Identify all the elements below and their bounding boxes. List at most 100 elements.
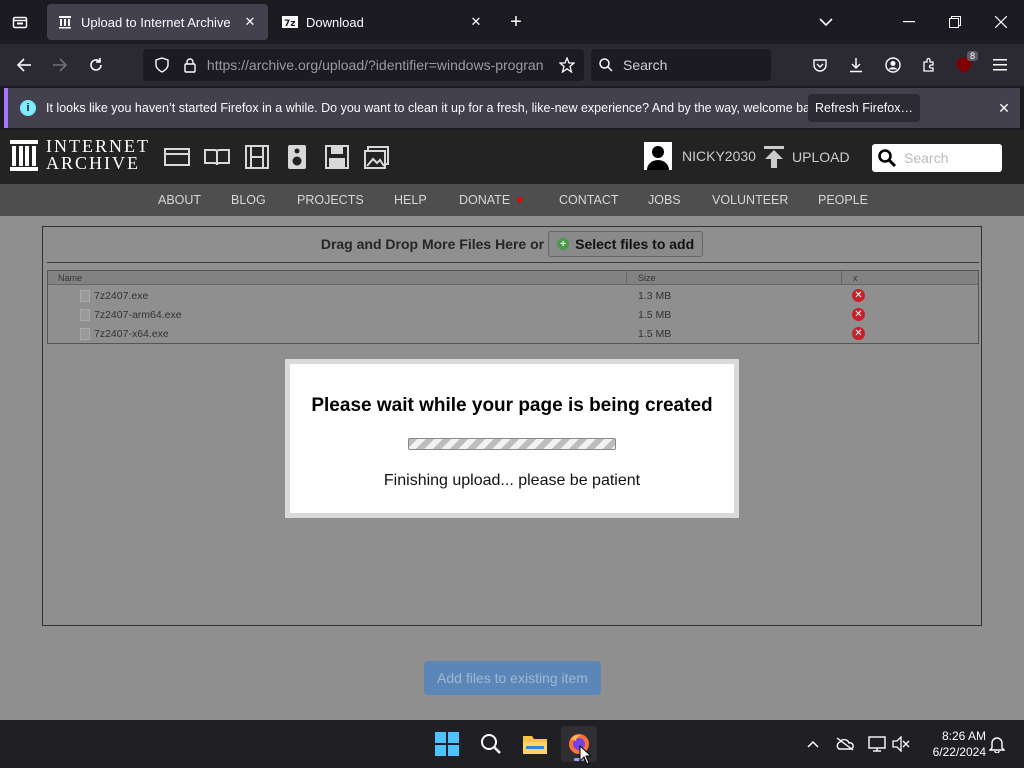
notification-bar: i It looks like you haven’t started Fire… <box>4 88 1020 128</box>
close-tab-icon[interactable]: ✕ <box>242 14 258 30</box>
firefox-view-icon[interactable] <box>8 10 32 34</box>
close-tab-icon[interactable]: ✕ <box>468 14 484 30</box>
username: NICKY2030 <box>682 148 756 164</box>
nav-about[interactable]: ABOUT <box>158 193 201 207</box>
upload-label: UPLOAD <box>792 149 850 165</box>
remove-file-icon[interactable]: ✕ <box>852 289 865 302</box>
menu-icon[interactable] <box>986 51 1014 79</box>
audio-icon[interactable] <box>284 144 310 170</box>
reload-icon[interactable] <box>82 51 110 79</box>
video-icon[interactable] <box>244 144 270 170</box>
minimize-icon[interactable] <box>889 8 929 36</box>
notification-message: It looks like you haven’t started Firefo… <box>46 101 827 115</box>
nav-jobs[interactable]: JOBS <box>648 193 681 207</box>
close-notification-icon[interactable]: ✕ <box>994 98 1014 118</box>
clock-date: 6/22/2024 <box>932 745 986 759</box>
lock-icon[interactable] <box>179 54 201 76</box>
modal-title: Please wait while your page is being cre… <box>311 395 713 416</box>
progress-bar <box>408 438 616 450</box>
images-icon[interactable] <box>364 144 390 170</box>
files-table-header: Name Size x <box>48 271 978 285</box>
ia-logo-text: INTERNET ARCHIVE <box>46 137 150 173</box>
nav-donate[interactable]: DONATE <box>459 193 510 207</box>
tracking-protection-icon[interactable] <box>151 54 173 76</box>
chevron-up-icon[interactable] <box>803 734 823 754</box>
file-icon <box>80 290 90 302</box>
taskbar-search-icon[interactable] <box>473 726 509 762</box>
refresh-firefox-button[interactable]: Refresh Firefox… <box>808 94 920 122</box>
info-icon: i <box>20 100 36 116</box>
nav-donate-wrap[interactable]: DONATE ♥ <box>459 193 523 207</box>
heart-icon: ♥ <box>516 193 524 207</box>
archive-icon <box>57 14 73 30</box>
remove-file-icon[interactable]: ✕ <box>852 327 865 340</box>
tab-download[interactable]: 7z Download ✕ <box>272 4 494 40</box>
network-icon[interactable] <box>867 734 887 754</box>
nav-blog[interactable]: BLOG <box>231 193 266 207</box>
drop-zone[interactable]: Drag and Drop More Files Here or + Selec… <box>43 231 981 257</box>
start-icon[interactable] <box>429 726 465 762</box>
table-row: 7z2407.exe 1.3 MB ✕ <box>48 287 978 306</box>
ia-search-box[interactable] <box>872 144 1002 172</box>
bookmark-star-icon[interactable] <box>556 54 578 76</box>
nav-help[interactable]: HELP <box>394 193 427 207</box>
progress-modal-body: Please wait while your page is being cre… <box>290 364 734 513</box>
notification-bell-icon[interactable] <box>987 734 1007 754</box>
file-name: 7z2407.exe <box>94 290 149 302</box>
archive-building-icon <box>10 140 38 171</box>
remove-file-icon[interactable]: ✕ <box>852 308 865 321</box>
tab-title: Upload to Internet Archive <box>81 14 231 30</box>
software-icon[interactable] <box>324 144 350 170</box>
account-icon[interactable] <box>879 51 907 79</box>
select-files-button[interactable]: + Select files to add <box>548 231 704 257</box>
ublock-icon[interactable]: 8 <box>950 51 978 79</box>
texts-icon[interactable] <box>204 144 230 170</box>
nav-contact[interactable]: CONTACT <box>559 193 619 207</box>
column-divider <box>841 271 842 285</box>
restore-icon[interactable] <box>935 8 975 36</box>
search-icon <box>878 149 896 167</box>
downloads-icon[interactable] <box>842 51 870 79</box>
file-icon <box>80 309 90 321</box>
file-size: 1.5 MB <box>638 309 672 321</box>
web-icon[interactable] <box>164 144 190 170</box>
onedrive-icon[interactable] <box>835 734 855 754</box>
search-bar[interactable]: Search <box>591 49 771 81</box>
upload-link[interactable]: UPLOAD <box>764 146 850 168</box>
file-explorer-icon[interactable] <box>517 726 553 762</box>
url-bar[interactable]: https://archive.org/upload/?identifier=w… <box>143 49 584 81</box>
divider <box>47 262 979 263</box>
volume-muted-icon[interactable] <box>891 734 911 754</box>
forward-icon[interactable] <box>46 51 74 79</box>
system-clock[interactable]: 8:26 AM 6/22/2024 <box>916 728 986 760</box>
tab-strip: Upload to Internet Archive ✕ 7z Download… <box>0 0 1024 44</box>
nav-projects[interactable]: PROJECTS <box>297 193 364 207</box>
tab-title: Download <box>306 14 364 30</box>
back-icon[interactable] <box>10 51 38 79</box>
file-size: 1.5 MB <box>638 328 672 340</box>
ia-header: INTERNET ARCHIVE NICKY2030 UPLOAD Search <box>0 130 1024 184</box>
col-name: Name <box>58 273 83 283</box>
url-path: /upload/?identifier=windows-progran <box>318 57 544 73</box>
ia-search-input[interactable] <box>904 150 994 166</box>
tab-upload-archive[interactable]: Upload to Internet Archive ✕ <box>47 4 268 40</box>
add-to-existing-item-button[interactable]: Add files to existing item <box>424 661 601 695</box>
ia-logo-line2: ARCHIVE <box>46 153 140 173</box>
close-window-icon[interactable] <box>981 8 1021 36</box>
user-menu[interactable]: NICKY2030 <box>644 142 756 170</box>
nav-volunteer[interactable]: VOLUNTEER <box>712 193 788 207</box>
pocket-icon[interactable] <box>806 51 834 79</box>
extension-badge: 8 <box>966 51 978 61</box>
nav-people[interactable]: PEOPLE <box>818 193 868 207</box>
table-row: 7z2407-arm64.exe 1.5 MB ✕ <box>48 306 978 325</box>
new-tab-icon[interactable]: + <box>504 10 528 34</box>
search-placeholder: Search <box>623 57 668 73</box>
chevron-down-icon[interactable] <box>814 10 838 34</box>
url-text: https://archive.org/upload/?identifier=w… <box>207 57 546 73</box>
col-x: x <box>853 273 858 283</box>
ia-nav-bar: ABOUT BLOG PROJECTS HELP DONATE ♥ CONTACT… <box>0 184 1024 216</box>
col-size: Size <box>638 273 656 283</box>
modal-status: Finishing upload... please be patient <box>383 472 641 489</box>
extensions-icon[interactable] <box>915 51 943 79</box>
ia-logo[interactable]: INTERNET ARCHIVE <box>10 137 150 173</box>
